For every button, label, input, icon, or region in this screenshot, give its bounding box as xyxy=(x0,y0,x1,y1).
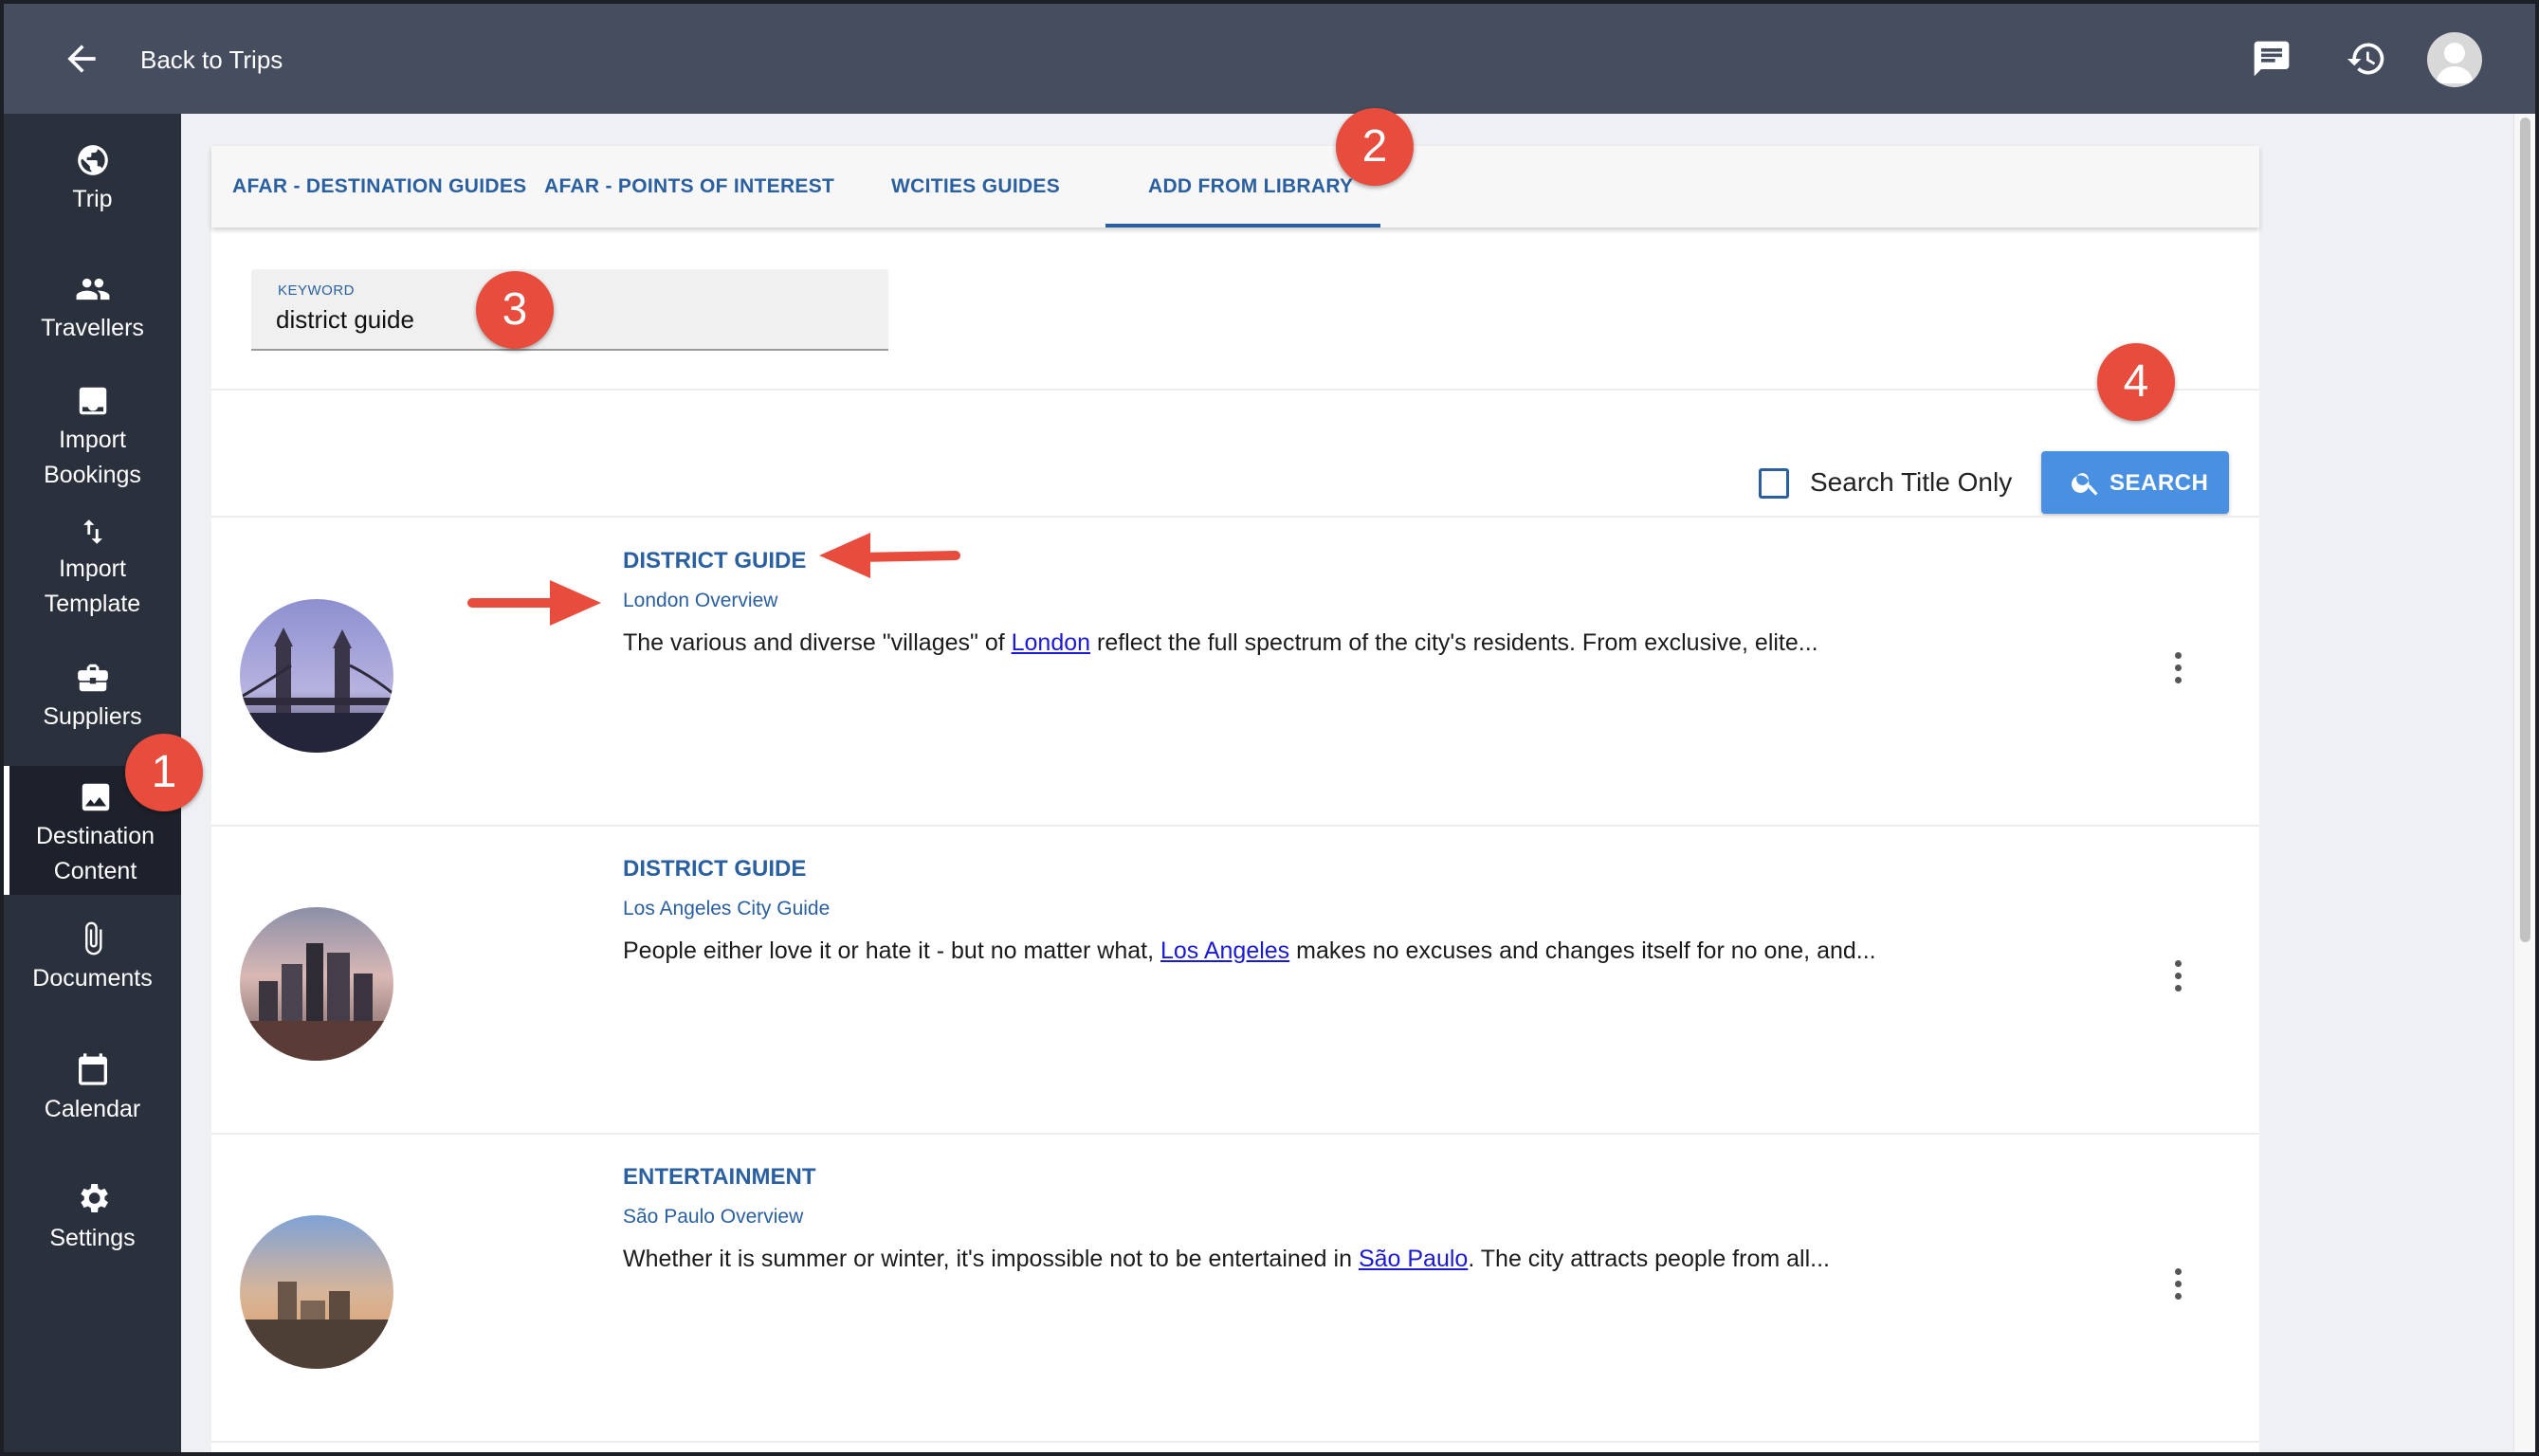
sidebar-item-label: Content xyxy=(53,858,137,884)
description-text: reflect the full spectrum of the city's … xyxy=(1090,629,1818,656)
sidebar-item-settings[interactable]: Settings xyxy=(4,1179,181,1256)
more-options-icon[interactable] xyxy=(2172,1268,2183,1306)
sidebar-item-label: Travellers xyxy=(41,315,144,341)
los-angeles-thumbnail xyxy=(240,907,393,1061)
sidebar-item-label: Destination xyxy=(35,823,155,849)
search-button[interactable]: SEARCH xyxy=(2041,451,2229,514)
scrollbar[interactable] xyxy=(2513,114,2535,1452)
result-subtitle: Los Angeles City Guide xyxy=(623,898,831,919)
result-description: Whether it is summer or winter, it's imp… xyxy=(623,1242,1884,1276)
sidebar-item-label: Template xyxy=(44,591,141,617)
sidebar-item-label: Calendar xyxy=(44,1096,141,1122)
more-options-icon[interactable] xyxy=(2172,960,2183,998)
result-description: The various and diverse "villages" of Lo… xyxy=(623,626,1884,660)
sidebar-item-label: Bookings xyxy=(44,462,141,488)
list-item[interactable]: DISTRICT GUIDE Los Angeles City Guide Pe… xyxy=(211,826,2259,1134)
back-to-trips-link[interactable]: Back to Trips xyxy=(140,46,283,75)
london-link[interactable]: London xyxy=(1012,629,1090,656)
app-window: Back to Trips Trip Travellers Import Boo… xyxy=(0,0,2539,1456)
sidebar-item-import-bookings[interactable]: Import Bookings xyxy=(4,383,181,493)
gear-icon xyxy=(80,1184,108,1212)
top-bar: Back to Trips xyxy=(4,4,2535,114)
result-title[interactable]: DISTRICT GUIDE xyxy=(623,548,806,574)
swap-vertical-icon xyxy=(82,519,102,544)
tab-bar: AFAR - DESTINATION GUIDES AFAR - POINTS … xyxy=(211,146,2259,228)
arrow-left-icon[interactable] xyxy=(61,38,102,80)
description-text: Whether it is summer or winter, it's imp… xyxy=(623,1246,1359,1272)
scrollbar-thumb[interactable] xyxy=(2520,118,2530,942)
sidebar-item-trip[interactable]: Trip xyxy=(4,142,181,217)
result-title[interactable]: DISTRICT GUIDE xyxy=(623,856,806,883)
calendar-icon xyxy=(78,1053,107,1085)
description-text: makes no excuses and changes itself for … xyxy=(1289,937,1876,964)
arrow-left-annotation-icon xyxy=(819,533,960,578)
callout-badge: 2 xyxy=(1336,108,1414,186)
image-icon xyxy=(82,783,109,811)
description-text: . The city attracts people from all... xyxy=(1468,1246,1830,1272)
avatar[interactable] xyxy=(2427,32,2482,87)
history-icon[interactable] xyxy=(2346,38,2387,80)
paperclip-icon xyxy=(84,921,101,956)
sidebar-item-label: Documents xyxy=(32,965,153,992)
tab-add-from-library[interactable]: ADD FROM LIBRARY xyxy=(1148,146,1353,228)
sao-paulo-thumbnail xyxy=(240,1215,393,1369)
keyword-field[interactable]: KEYWORD xyxy=(251,269,888,351)
result-title[interactable]: ENTERTAINMENT xyxy=(623,1164,816,1191)
divider xyxy=(211,1441,2259,1443)
tab-afar-points-of-interest[interactable]: AFAR - POINTS OF INTEREST xyxy=(544,146,834,228)
callout-badge: 1 xyxy=(125,734,203,811)
divider xyxy=(211,389,2259,391)
keyword-input[interactable] xyxy=(276,305,845,335)
list-item[interactable]: DISTRICT GUIDE London Overview The vario… xyxy=(211,518,2259,826)
los-angeles-link[interactable]: Los Angeles xyxy=(1160,937,1289,964)
description-text: People either love it or hate it - but n… xyxy=(623,937,1160,964)
sidebar-item-documents[interactable]: Documents xyxy=(4,919,181,996)
tab-wcities-guides[interactable]: WCITIES GUIDES xyxy=(891,146,1060,228)
sidebar-item-calendar[interactable]: Calendar xyxy=(4,1050,181,1127)
people-icon xyxy=(76,278,109,300)
sidebar-item-label: Import xyxy=(59,555,126,582)
callout-badge: 4 xyxy=(2097,343,2175,421)
search-title-only-checkbox[interactable] xyxy=(1759,468,1789,499)
import-icon xyxy=(79,387,106,415)
sidebar-item-suppliers[interactable]: Suppliers xyxy=(4,660,181,735)
callout-badge: 3 xyxy=(476,271,554,349)
globe-icon xyxy=(77,145,108,175)
result-subtitle: São Paulo Overview xyxy=(623,1206,804,1228)
arrow-right-annotation-icon xyxy=(467,580,601,626)
sidebar-item-label: Trip xyxy=(72,186,113,212)
result-subtitle: London Overview xyxy=(623,590,778,611)
keyword-label: KEYWORD xyxy=(278,282,356,299)
search-button-label: SEARCH xyxy=(2110,470,2209,496)
sidebar-item-travellers[interactable]: Travellers xyxy=(4,271,181,346)
sao-paulo-link[interactable]: São Paulo xyxy=(1359,1246,1468,1272)
sidebar-item-label: Import xyxy=(59,427,126,453)
briefcase-icon xyxy=(77,664,108,692)
result-description: People either love it or hate it - but n… xyxy=(623,934,1884,968)
active-tab-indicator xyxy=(1105,224,1380,228)
sidebar-item-label: Suppliers xyxy=(43,703,142,730)
tab-afar-destination-guides[interactable]: AFAR - DESTINATION GUIDES xyxy=(232,146,526,228)
sidebar-item-import-template[interactable]: Import Template xyxy=(4,516,181,622)
list-item[interactable]: ENTERTAINMENT São Paulo Overview Whether… xyxy=(211,1134,2259,1442)
search-title-only-label[interactable]: Search Title Only xyxy=(1810,467,2012,498)
description-text: The various and diverse "villages" of xyxy=(623,629,1012,656)
more-options-icon[interactable] xyxy=(2172,652,2183,690)
search-icon xyxy=(2072,473,2098,496)
london-thumbnail xyxy=(240,599,393,753)
sidebar-item-label: Settings xyxy=(49,1225,136,1251)
chat-icon[interactable] xyxy=(2251,38,2292,80)
